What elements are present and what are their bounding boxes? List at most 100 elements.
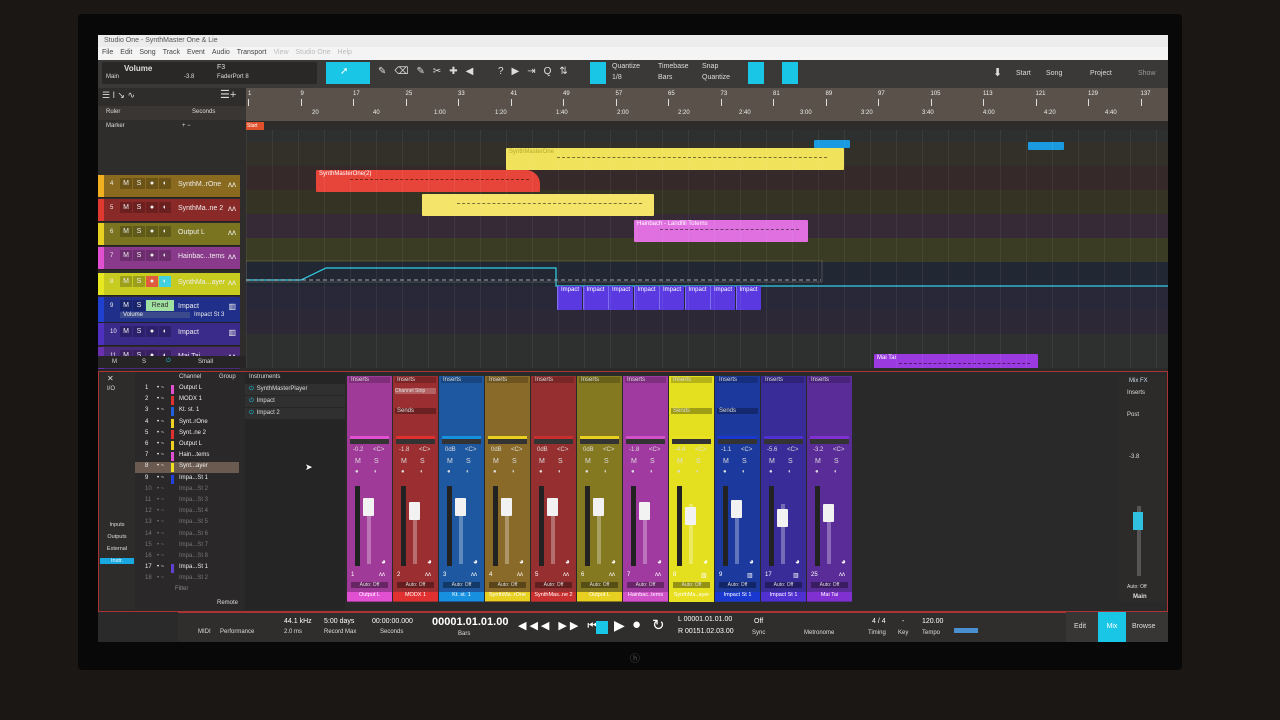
channel-list-item[interactable]: 8 • ~ Synt...ayer: [135, 462, 239, 474]
inserts-slot[interactable]: Inserts: [809, 377, 850, 383]
mute-button[interactable]: M: [585, 458, 591, 465]
mute-button[interactable]: M: [723, 458, 729, 465]
track-list-icons[interactable]: ☰ ǀ ↘ ∿: [102, 90, 135, 101]
track-6[interactable]: 6 M S ● ◐ Output Lʌʌ: [98, 223, 240, 246]
power-icon[interactable]: ⏻: [249, 398, 254, 404]
automation-mode[interactable]: Auto: Off: [811, 582, 848, 588]
filter-input[interactable]: Filter: [175, 586, 188, 592]
record-button[interactable]: ●: [815, 469, 819, 475]
channel-list-item[interactable]: 5 • ~ Synt..ne 2: [135, 429, 239, 440]
automation-mode[interactable]: Auto: Off: [627, 582, 664, 588]
solo-button[interactable]: S: [133, 178, 145, 189]
monitor-button[interactable]: ◐: [159, 226, 171, 237]
automation-mode-button[interactable]: Read: [146, 300, 174, 311]
clip-impact[interactable]: Impact: [557, 286, 582, 310]
add-track-icon[interactable]: ☰+: [220, 88, 236, 101]
inserts-slot[interactable]: Inserts: [625, 377, 666, 383]
solo-button[interactable]: S: [512, 458, 517, 465]
project-button[interactable]: Project: [1090, 70, 1112, 77]
instrument-item[interactable]: ⏻ SynthMasterPlayer: [245, 384, 345, 395]
pan-slider[interactable]: [488, 436, 527, 444]
channel-list-item[interactable]: 15 • ~ Impa...St 7: [135, 541, 239, 552]
mute-button[interactable]: M: [120, 226, 132, 237]
volume-fader[interactable]: [547, 498, 558, 516]
mute-button[interactable]: M: [539, 458, 545, 465]
pan-slider[interactable]: [442, 436, 481, 444]
monitor-button[interactable]: ◐: [650, 469, 654, 475]
channel-name-label[interactable]: Hainbac..tems: [623, 592, 668, 601]
clip-hainbach[interactable]: Hainbach - Landfill Totems: [634, 220, 808, 242]
sidebar-inputs[interactable]: Inputs: [100, 522, 134, 528]
loop-button[interactable]: ↻: [652, 616, 665, 634]
monitor-button[interactable]: ◐: [159, 250, 171, 261]
instrument-item[interactable]: ⏻ Impact 2: [245, 408, 345, 419]
tempo-value[interactable]: 120.00: [922, 618, 943, 625]
clip-impact[interactable]: Impact: [608, 286, 633, 310]
pan-knob-icon[interactable]: ◕: [611, 557, 616, 566]
automation-mode[interactable]: Auto: Off: [351, 582, 388, 588]
pan-slider[interactable]: [534, 436, 573, 444]
channel-list-item[interactable]: 3 • ~ Kt. st. 1: [135, 406, 239, 417]
mute-button[interactable]: M: [120, 202, 132, 213]
timeline-ruler[interactable]: Start 1 9 17 25 33 41 49 57 65 73 81 89 97 105 113 121 1…: [246, 88, 1168, 130]
record-arm-button[interactable]: ●: [146, 250, 158, 261]
inserts-slot[interactable]: Inserts: [533, 377, 574, 383]
monitor-button[interactable]: ◐: [788, 469, 792, 475]
mute-button[interactable]: M: [355, 458, 361, 465]
track-name[interactable]: SynthMa..ne 2: [178, 205, 223, 212]
channel-list-item[interactable]: 12 • ~ Impa...St 4: [135, 507, 239, 518]
solo-button[interactable]: S: [133, 276, 145, 287]
quantize-select[interactable]: 1/8: [612, 74, 622, 81]
follow-button[interactable]: [782, 62, 798, 84]
power-icon[interactable]: ⏻: [166, 358, 171, 365]
channel-list-item[interactable]: 2 • ~ MODX 1: [135, 395, 239, 406]
channel-name-label[interactable]: Output L: [347, 592, 392, 601]
channel-strip-plugin[interactable]: Channel Strip: [395, 388, 436, 394]
timebase-select[interactable]: Bars: [658, 74, 672, 81]
arrow-tool-button[interactable]: ➚: [326, 62, 370, 84]
clip-output-l[interactable]: [422, 194, 654, 216]
record-button[interactable]: ●: [355, 469, 359, 475]
marker-add-remove[interactable]: + −: [182, 123, 191, 129]
pan-knob-icon[interactable]: ◕: [841, 557, 846, 566]
inserts-slot[interactable]: Inserts: [717, 377, 758, 383]
channel-list-item[interactable]: 4 • ~ Synt..rOne: [135, 418, 239, 429]
monitor-button[interactable]: ◐: [159, 178, 171, 189]
key-value[interactable]: -: [902, 618, 904, 625]
start-marker[interactable]: Start: [246, 122, 264, 130]
record-arm-button[interactable]: ●: [146, 326, 158, 337]
record-arm-button[interactable]: ●: [146, 202, 158, 213]
channel-name-label[interactable]: SynthMa..rOne: [485, 592, 530, 601]
monitor-button[interactable]: ◐: [558, 469, 562, 475]
record-button[interactable]: ●: [401, 469, 405, 475]
remote-button[interactable]: Remote: [217, 600, 238, 606]
solo-button[interactable]: S: [133, 300, 145, 311]
channel-list-item[interactable]: 17 • ~ Impa...St 1: [135, 563, 239, 574]
clip-impact[interactable]: Impact: [582, 286, 608, 310]
solo-button[interactable]: S: [133, 250, 145, 261]
inserts-slot[interactable]: Inserts: [487, 377, 528, 383]
pan-slider[interactable]: [672, 436, 711, 444]
automation-mode[interactable]: Auto: Off: [535, 582, 572, 588]
track-name[interactable]: Output L: [178, 229, 205, 236]
pan-slider[interactable]: [580, 436, 619, 444]
monitor-button[interactable]: ◐: [159, 202, 171, 213]
solo-button[interactable]: S: [604, 458, 609, 465]
pan-knob-icon[interactable]: ◕: [703, 557, 708, 566]
menu-transport[interactable]: Transport: [237, 49, 267, 58]
automation-mode[interactable]: Auto: Off: [673, 582, 710, 588]
volume-fader[interactable]: [363, 498, 374, 517]
mute-button[interactable]: M: [769, 458, 775, 465]
menu-edit[interactable]: Edit: [120, 49, 132, 58]
automation-mode[interactable]: Auto: Off: [581, 582, 618, 588]
pan-slider[interactable]: [810, 436, 849, 444]
automation-mode[interactable]: Auto: Off: [397, 582, 434, 588]
record-button[interactable]: ●: [631, 469, 635, 475]
pan-knob-icon[interactable]: ◕: [795, 557, 800, 566]
volume-fader[interactable]: [685, 506, 696, 525]
menu-help[interactable]: Help: [338, 49, 352, 58]
menu-event[interactable]: Event: [187, 49, 205, 58]
record-button[interactable]: ●: [677, 469, 681, 475]
volume-fader[interactable]: [731, 500, 742, 519]
channel-name-label[interactable]: Mai Tai: [807, 592, 852, 601]
